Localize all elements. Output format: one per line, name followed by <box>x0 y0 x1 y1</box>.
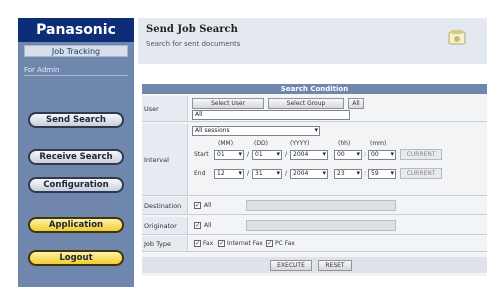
destination-row: Destination ✓ All <box>142 197 487 215</box>
job-type-row: Job Type ✓ Fax ✓ Internet Fax ✓ PC Fax <box>142 236 487 252</box>
pc-fax-checkbox[interactable]: ✓ <box>266 240 273 247</box>
start-year-select[interactable]: 2004 <box>290 150 328 160</box>
job-type-label: Job Type <box>142 236 188 251</box>
all-button[interactable]: All <box>348 98 364 109</box>
end-hour-select[interactable]: 23 <box>334 169 362 179</box>
destination-label: Destination <box>142 197 188 214</box>
fax-label: Fax <box>203 240 214 247</box>
search-condition-form: Search Condition User Select User Select… <box>142 84 487 276</box>
application-button[interactable]: Application <box>28 217 124 233</box>
separator: : <box>364 170 367 177</box>
start-hour-select[interactable]: 00 <box>334 150 362 160</box>
page-header: Send Job Search Search for sent document… <box>138 18 487 64</box>
separator: / <box>247 151 250 158</box>
reset-button[interactable]: RESET <box>318 260 352 271</box>
user-label: User <box>142 96 188 121</box>
separator: : <box>364 151 367 158</box>
originator-input[interactable] <box>246 220 396 231</box>
end-current-button[interactable]: CURRENT <box>400 168 442 179</box>
app-window: Panasonic Job Tracking For Admin Send Se… <box>0 0 487 290</box>
select-group-button[interactable]: Select Group <box>268 98 344 109</box>
select-user-button[interactable]: Select User <box>192 98 264 109</box>
month-header: (MM) <box>218 140 234 147</box>
separator: / <box>285 151 288 158</box>
hour-header: (hh) <box>338 140 351 147</box>
user-row: User Select User Select Group All All <box>142 96 487 122</box>
start-month-select[interactable]: 01 <box>214 150 244 160</box>
internet-fax-checkbox[interactable]: ✓ <box>218 240 225 247</box>
destination-all-checkbox[interactable]: ✓ <box>194 202 201 209</box>
help-icon[interactable] <box>447 28 467 48</box>
originator-label: Originator <box>142 217 188 234</box>
start-current-button[interactable]: CURRENT <box>400 149 442 160</box>
brand-logo: Panasonic <box>18 18 134 42</box>
end-month-select[interactable]: 12 <box>214 169 244 179</box>
page-subtitle: Search for sent documents <box>146 40 241 48</box>
end-day-select[interactable]: 31 <box>252 169 282 179</box>
configuration-button[interactable]: Configuration <box>28 177 124 193</box>
user-label: For Admin <box>24 66 128 76</box>
start-minute-select[interactable]: 00 <box>368 150 396 160</box>
interval-select[interactable]: All sessions <box>192 126 320 136</box>
interval-row: Interval All sessions (MM) (DD) (YYYY) (… <box>142 124 487 196</box>
start-day-select[interactable]: 01 <box>252 150 282 160</box>
internet-fax-label: Internet Fax <box>227 240 263 247</box>
pc-fax-label: PC Fax <box>275 240 295 247</box>
day-header: (DD) <box>254 140 268 147</box>
interval-label: Interval <box>142 124 188 195</box>
form-actions: EXECUTE RESET <box>142 257 487 273</box>
execute-button[interactable]: EXECUTE <box>270 260 312 271</box>
destination-all-label: All <box>204 202 212 209</box>
originator-row: Originator ✓ All <box>142 217 487 235</box>
end-year-select[interactable]: 2004 <box>290 169 328 179</box>
fax-checkbox[interactable]: ✓ <box>194 240 201 247</box>
form-heading: Search Condition <box>142 84 487 94</box>
user-input[interactable]: All <box>192 110 350 120</box>
page-title: Send Job Search <box>146 24 238 35</box>
end-label: End <box>194 170 206 177</box>
send-search-button[interactable]: Send Search <box>28 112 124 128</box>
minute-header: (mm) <box>370 140 387 147</box>
start-label: Start <box>194 151 209 158</box>
app-subtitle: Job Tracking <box>24 45 128 57</box>
logout-button[interactable]: Logout <box>28 250 124 266</box>
year-header: (YYYY) <box>290 140 310 147</box>
originator-all-label: All <box>204 222 212 229</box>
end-minute-select[interactable]: 59 <box>368 169 396 179</box>
separator: / <box>285 170 288 177</box>
separator: / <box>247 170 250 177</box>
destination-input[interactable] <box>246 200 396 211</box>
sidebar: Panasonic Job Tracking For Admin Send Se… <box>18 18 134 290</box>
receive-search-button[interactable]: Receive Search <box>28 149 124 165</box>
originator-all-checkbox[interactable]: ✓ <box>194 222 201 229</box>
